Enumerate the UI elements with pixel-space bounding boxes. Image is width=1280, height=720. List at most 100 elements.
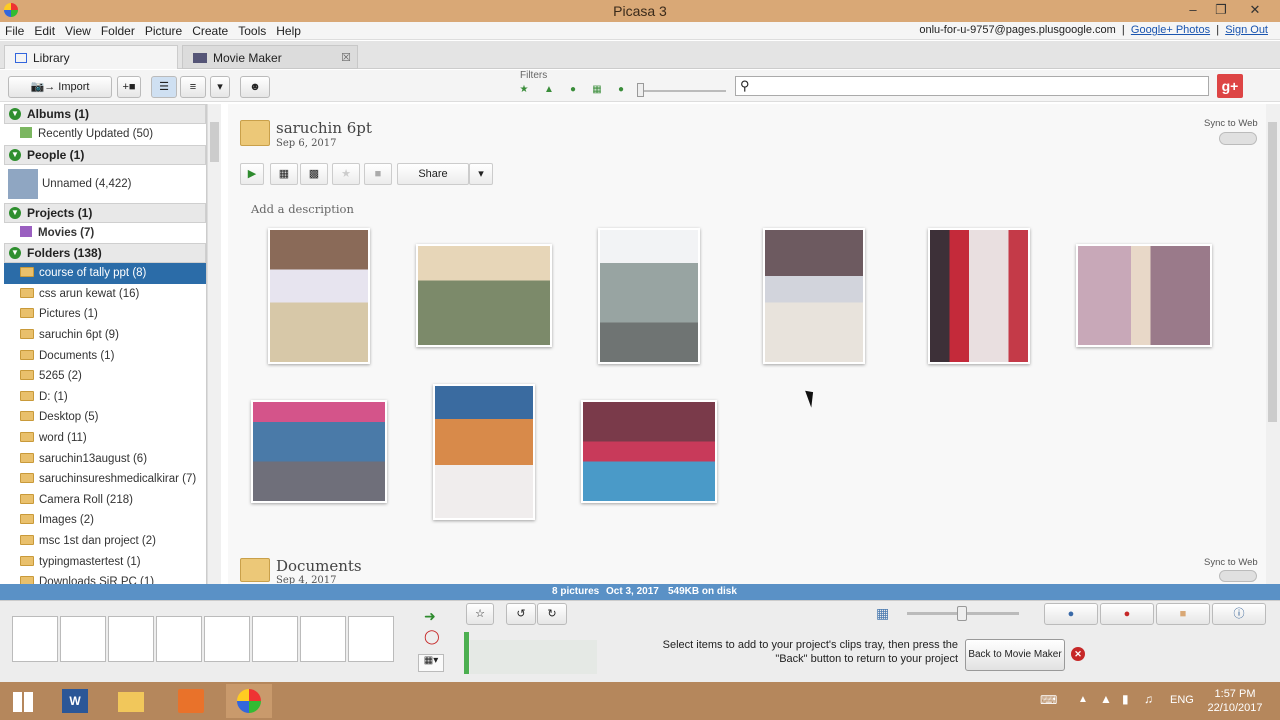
collage-button[interactable]: ▦ (270, 163, 298, 185)
tray-thumbnail[interactable] (60, 616, 106, 662)
movies-project[interactable]: Movies (7) (4, 223, 206, 244)
menu-file[interactable]: File (0, 22, 29, 40)
list-view-button[interactable]: ☰ (151, 76, 177, 98)
sidebar-folder-item[interactable]: Images (2) (4, 510, 206, 531)
date-filter-slider[interactable] (640, 90, 726, 92)
picasa-taskbar-app[interactable] (226, 684, 272, 718)
google-plus-icon[interactable]: g+ (1217, 74, 1243, 98)
tray-thumbnail[interactable] (156, 616, 202, 662)
places-panel-button[interactable]: ● (1100, 603, 1154, 625)
sidebar-scrollbar[interactable] (207, 104, 221, 584)
search-input[interactable]: ⚲ (735, 76, 1209, 96)
rotate-right-button[interactable]: ↻ (537, 603, 567, 625)
photo-thumbnail[interactable] (268, 228, 370, 364)
scroll-thumb[interactable] (1268, 122, 1277, 422)
tab-movie-maker[interactable]: Movie Maker ☒ (182, 45, 358, 69)
hold-icon[interactable]: ➜ (424, 608, 436, 625)
sidebar-folder-item[interactable]: Downloads SiR PC (1) (4, 572, 206, 584)
tray-thumbnail[interactable] (348, 616, 394, 662)
people-sync-button[interactable]: ☻ (240, 76, 270, 98)
menu-create[interactable]: Create (187, 22, 233, 40)
scroll-thumb[interactable] (210, 122, 219, 162)
language-indicator[interactable]: ENG (1170, 694, 1194, 706)
date-filter-handle[interactable] (637, 83, 644, 97)
photo-thumbnail[interactable] (581, 400, 717, 503)
clock[interactable]: 1:57 PM 22/10/2017 (1200, 687, 1270, 715)
album-title[interactable]: saruchin 6pt (276, 119, 372, 137)
upload-filter-icon[interactable]: ▲ (541, 84, 557, 98)
tags-panel-button[interactable]: ■ (1156, 603, 1210, 625)
projects-section[interactable]: ▼ Projects (1) (4, 202, 206, 223)
sync-toggle[interactable] (1219, 132, 1257, 145)
menu-tools[interactable]: Tools (233, 22, 271, 40)
restore-button[interactable]: ❐ (1208, 2, 1234, 18)
face-filter-icon[interactable]: ● (565, 84, 581, 98)
menu-help[interactable]: Help (271, 22, 306, 40)
sign-out-link[interactable]: Sign Out (1225, 24, 1268, 36)
sidebar-folder-item[interactable]: saruchin13august (6) (4, 449, 206, 470)
close-window-button[interactable]: ✕ (1242, 2, 1268, 18)
recently-updated-album[interactable]: Recently Updated (50) (4, 124, 206, 145)
tray-thumbnail[interactable] (252, 616, 298, 662)
add-to-album-icon[interactable]: ▦▾ (418, 654, 444, 672)
import-button[interactable]: 📷→ Import (8, 76, 112, 98)
close-icon[interactable]: ✕ (1071, 647, 1085, 661)
star-button[interactable]: ★ (332, 163, 360, 185)
menu-folder[interactable]: Folder (96, 22, 140, 40)
people-section[interactable]: ▼ People (1) (4, 144, 206, 165)
tray-thumbnail[interactable] (300, 616, 346, 662)
photo-thumbnail[interactable] (251, 400, 387, 503)
back-to-movie-maker-button[interactable]: Back to Movie Maker (965, 639, 1065, 671)
google-photos-link[interactable]: Google+ Photos (1131, 24, 1210, 36)
photo-thumbnail[interactable] (763, 228, 865, 364)
add-folder-button[interactable]: +■ (117, 76, 141, 98)
battery-icon[interactable]: ▮ (1122, 692, 1129, 706)
sidebar-folder-item[interactable]: msc 1st dan project (2) (4, 531, 206, 552)
play-slideshow-button[interactable]: ▶ (240, 163, 264, 185)
unnamed-people[interactable]: Unnamed (4,422) (4, 165, 206, 203)
sidebar-folder-item[interactable]: Pictures (1) (4, 304, 206, 325)
next-album-title[interactable]: Documents (276, 557, 362, 575)
photo-thumbnail[interactable] (928, 228, 1030, 364)
people-panel-button[interactable]: ● (1044, 603, 1098, 625)
sidebar-folder-item[interactable]: course of tally ppt (8) (4, 263, 206, 284)
main-scrollbar[interactable] (1266, 104, 1280, 584)
minimize-button[interactable]: – (1180, 2, 1206, 17)
movie-button[interactable]: ▩ (300, 163, 328, 185)
tray-thumbnail[interactable] (108, 616, 154, 662)
albums-section[interactable]: ▼ Albums (1) (4, 104, 206, 124)
sidebar-folder-item[interactable]: typingmastertest (1) (4, 552, 206, 573)
menu-view[interactable]: View (60, 22, 96, 40)
sidebar-folder-item[interactable]: D: (1) (4, 387, 206, 408)
sidebar-folder-item[interactable]: Camera Roll (218) (4, 490, 206, 511)
sidebar-folder-item[interactable]: word (11) (4, 428, 206, 449)
photo-thumbnail[interactable] (598, 228, 700, 364)
geo-filter-icon[interactable]: ● (613, 84, 629, 98)
sidebar-folder-item[interactable]: 5265 (2) (4, 366, 206, 387)
keyboard-icon[interactable]: ⌨ (1040, 693, 1057, 707)
menu-edit[interactable]: Edit (29, 22, 60, 40)
share-dropdown-button[interactable]: ▾ (469, 163, 493, 185)
sidebar-folder-item[interactable]: saruchin 6pt (9) (4, 325, 206, 346)
next-sync-toggle[interactable] (1219, 570, 1257, 582)
video-filter-icon[interactable]: ▦ (589, 84, 605, 98)
rotate-left-button[interactable]: ↺ (506, 603, 536, 625)
photo-thumbnail[interactable] (416, 244, 552, 347)
star-filter-icon[interactable]: ★ (516, 84, 532, 98)
start-button[interactable] (0, 684, 46, 718)
tab-library[interactable]: Library (4, 45, 178, 69)
sidebar-folder-item[interactable]: Documents (1) (4, 346, 206, 367)
volume-icon[interactable]: ♫ (1144, 692, 1153, 706)
tree-view-button[interactable]: ≡ (180, 76, 206, 98)
clear-icon[interactable]: ◯ (424, 628, 440, 645)
folders-section[interactable]: ▼ Folders (138) (4, 243, 206, 264)
word-taskbar-app[interactable]: W (52, 684, 98, 718)
zoom-handle[interactable] (957, 606, 967, 621)
sidebar-folder-item[interactable]: Desktop (5) (4, 407, 206, 428)
share-button[interactable]: Share (397, 163, 469, 185)
sidebar-folder-item[interactable]: saruchinsureshmedicalkirar (7) (4, 469, 206, 490)
photo-thumbnail[interactable] (1076, 244, 1212, 347)
network-icon[interactable]: ▲ (1100, 692, 1112, 706)
tray-thumbnail[interactable] (12, 616, 58, 662)
star-tray-button[interactable]: ☆ (466, 603, 494, 625)
